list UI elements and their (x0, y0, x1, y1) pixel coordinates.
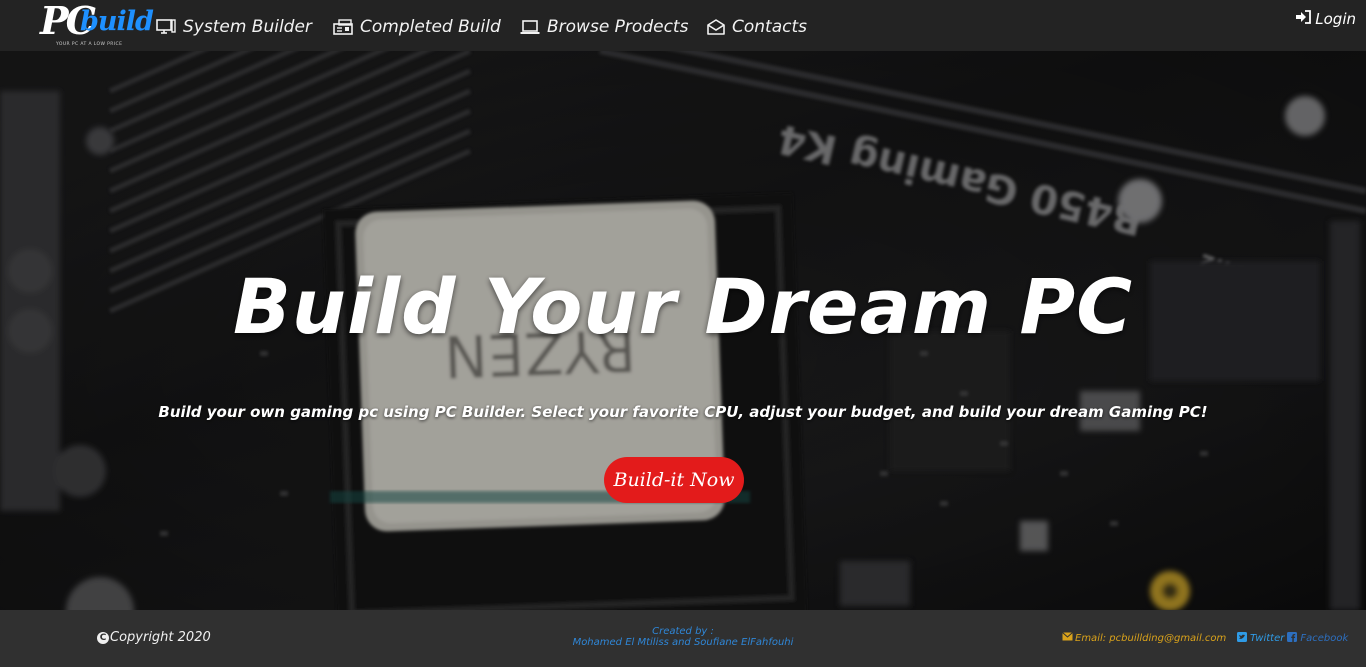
nav-completed-build[interactable]: Completed Build (333, 14, 501, 40)
hero-section: RYZEN B450 Gaming K4 Ultra M.2 (0, 51, 1366, 610)
nav-browse-products[interactable]: Browse Prodects (520, 14, 688, 40)
monitor-icon (156, 19, 176, 35)
nav-label: System Builder (183, 17, 312, 37)
laptop-icon (520, 19, 540, 35)
envelope-open-icon (707, 19, 725, 35)
login-link[interactable]: Login (1295, 8, 1356, 30)
navbar: PC build YOUR PC AT A LOW PRICE System B… (0, 0, 1366, 51)
sign-in-icon (1295, 10, 1312, 28)
created-by-label: Created by : (652, 626, 714, 637)
nav-system-builder[interactable]: System Builder (156, 14, 312, 40)
logo-build-text: build (80, 6, 154, 37)
facebook-link[interactable]: Facebook (1300, 633, 1348, 644)
nav-contacts[interactable]: Contacts (707, 14, 807, 40)
footer: C Copyright 2020 Created by : Mohamed El… (0, 610, 1366, 667)
envelope-icon (1062, 632, 1073, 644)
site-logo[interactable]: PC build YOUR PC AT A LOW PRICE (38, 0, 154, 48)
nav-label: Completed Build (360, 17, 501, 37)
twitter-icon (1237, 632, 1247, 645)
logo-tagline: YOUR PC AT A LOW PRICE (56, 42, 123, 47)
social-links: Twitter Facebook (1237, 632, 1348, 645)
hero-title: Build Your Dream PC (232, 262, 1133, 351)
authors: Mohamed El Mtiliss and Soufiane ElFahfou… (572, 637, 794, 648)
login-label: Login (1315, 10, 1356, 28)
copyright-text: Copyright 2020 (110, 630, 211, 645)
hero-subtitle: Build your own gaming pc using PC Builde… (158, 403, 1208, 421)
copyright: C Copyright 2020 (97, 630, 211, 645)
email-link[interactable]: Email: pcbuillding@gmail.com (1062, 632, 1226, 644)
created-by: Created by : Mohamed El Mtiliss and Souf… (500, 626, 866, 648)
pc-case-icon (333, 19, 353, 35)
twitter-link[interactable]: Twitter (1250, 633, 1284, 644)
email-text: Email: pcbuillding@gmail.com (1075, 632, 1227, 644)
facebook-icon (1287, 632, 1298, 645)
build-it-now-button[interactable]: Build-it Now (604, 457, 744, 503)
copyright-icon: C (97, 631, 109, 644)
nav-label: Browse Prodects (547, 17, 689, 37)
nav-label: Contacts (732, 17, 807, 37)
